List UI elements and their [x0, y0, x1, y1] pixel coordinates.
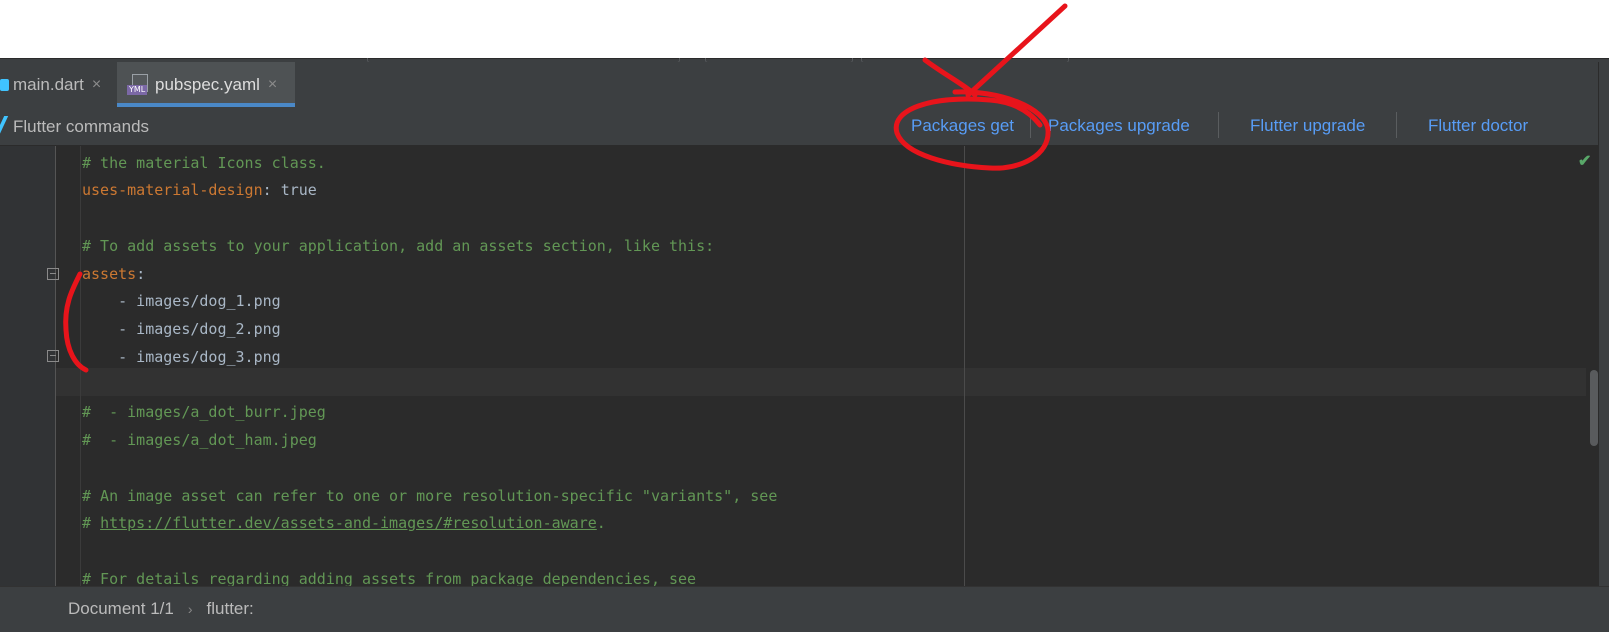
yaml-key: assets — [82, 265, 137, 283]
right-tool-strip — [1598, 62, 1609, 631]
breadcrumb-separator: › — [187, 601, 193, 617]
dart-file-icon — [0, 78, 9, 91]
divider — [1396, 112, 1397, 138]
fold-icon[interactable] — [47, 350, 59, 362]
docs-link[interactable]: https://flutter.dev/assets-and-images/#r… — [100, 514, 597, 532]
breadcrumb-document[interactable]: Document 1/1 — [68, 599, 174, 619]
code-editor[interactable]: ✔ # the material Icons class. uses-mater… — [0, 146, 1609, 588]
yaml-separator: : — [262, 181, 281, 199]
yaml-file-icon: YML — [127, 73, 149, 96]
code-line: - images/dog_3.png — [82, 348, 281, 366]
divider — [1218, 112, 1219, 138]
breadcrumb-bar: Document 1/1 › flutter: — [0, 586, 1609, 632]
tab-label: pubspec.yaml — [155, 74, 260, 94]
comment-prefix: # — [82, 514, 101, 532]
tab-main-dart[interactable]: main.dart × — [0, 62, 113, 107]
yaml-key: uses-material-design — [82, 181, 263, 199]
code-line: # To add assets to your application, add… — [82, 237, 715, 255]
code-line: # the material Icons class. — [82, 154, 326, 172]
code-line: # - images/a_dot_ham.jpeg — [82, 431, 317, 449]
code-line: - images/dog_1.png — [82, 292, 281, 310]
packages-get-link[interactable]: Packages get — [911, 116, 1014, 136]
indent-guide — [80, 146, 81, 586]
code-line: uses-material-design: true — [82, 176, 317, 204]
tab-close-icon[interactable]: × — [268, 76, 277, 94]
flutter-doctor-link[interactable]: Flutter doctor — [1428, 116, 1528, 136]
breadcrumb-path[interactable]: flutter: — [207, 599, 254, 619]
code-line: - images/dog_2.png — [82, 320, 281, 338]
right-margin-guide — [964, 146, 965, 586]
flutter-upgrade-link[interactable]: Flutter upgrade — [1250, 116, 1365, 136]
flutter-commands-bar: Flutter commands Packages get Packages u… — [0, 107, 1609, 146]
vertical-scrollbar[interactable] — [1590, 370, 1598, 446]
yaml-separator: : — [136, 265, 146, 283]
code-line: # An image asset can refer to one or mor… — [82, 487, 778, 505]
tab-close-icon[interactable]: × — [92, 76, 101, 94]
breadcrumb: Document 1/1 › flutter: — [68, 599, 254, 619]
editor-gutter[interactable] — [0, 146, 56, 586]
current-line-highlight — [56, 368, 1586, 396]
editor-tab-bar: main.dart × YML pubspec.yaml × — [0, 62, 1609, 108]
flutter-icon — [0, 116, 9, 134]
code-line: # https://flutter.dev/assets-and-images/… — [82, 509, 606, 537]
packages-upgrade-link[interactable]: Packages upgrade — [1048, 116, 1190, 136]
comment-suffix: . — [596, 514, 606, 532]
code-line: # - images/a_dot_burr.jpeg — [82, 403, 326, 421]
divider — [1030, 112, 1031, 138]
tab-pubspec-yaml[interactable]: YML pubspec.yaml × — [117, 62, 295, 107]
inspection-ok-icon[interactable]: ✔ — [1578, 151, 1591, 171]
flutter-commands-title: Flutter commands — [13, 117, 150, 136]
yaml-value: true — [280, 181, 317, 199]
fold-icon[interactable] — [47, 268, 59, 280]
window-top-area — [0, 0, 1609, 60]
tab-label: main.dart — [13, 74, 84, 94]
code-line: assets: — [82, 260, 145, 288]
